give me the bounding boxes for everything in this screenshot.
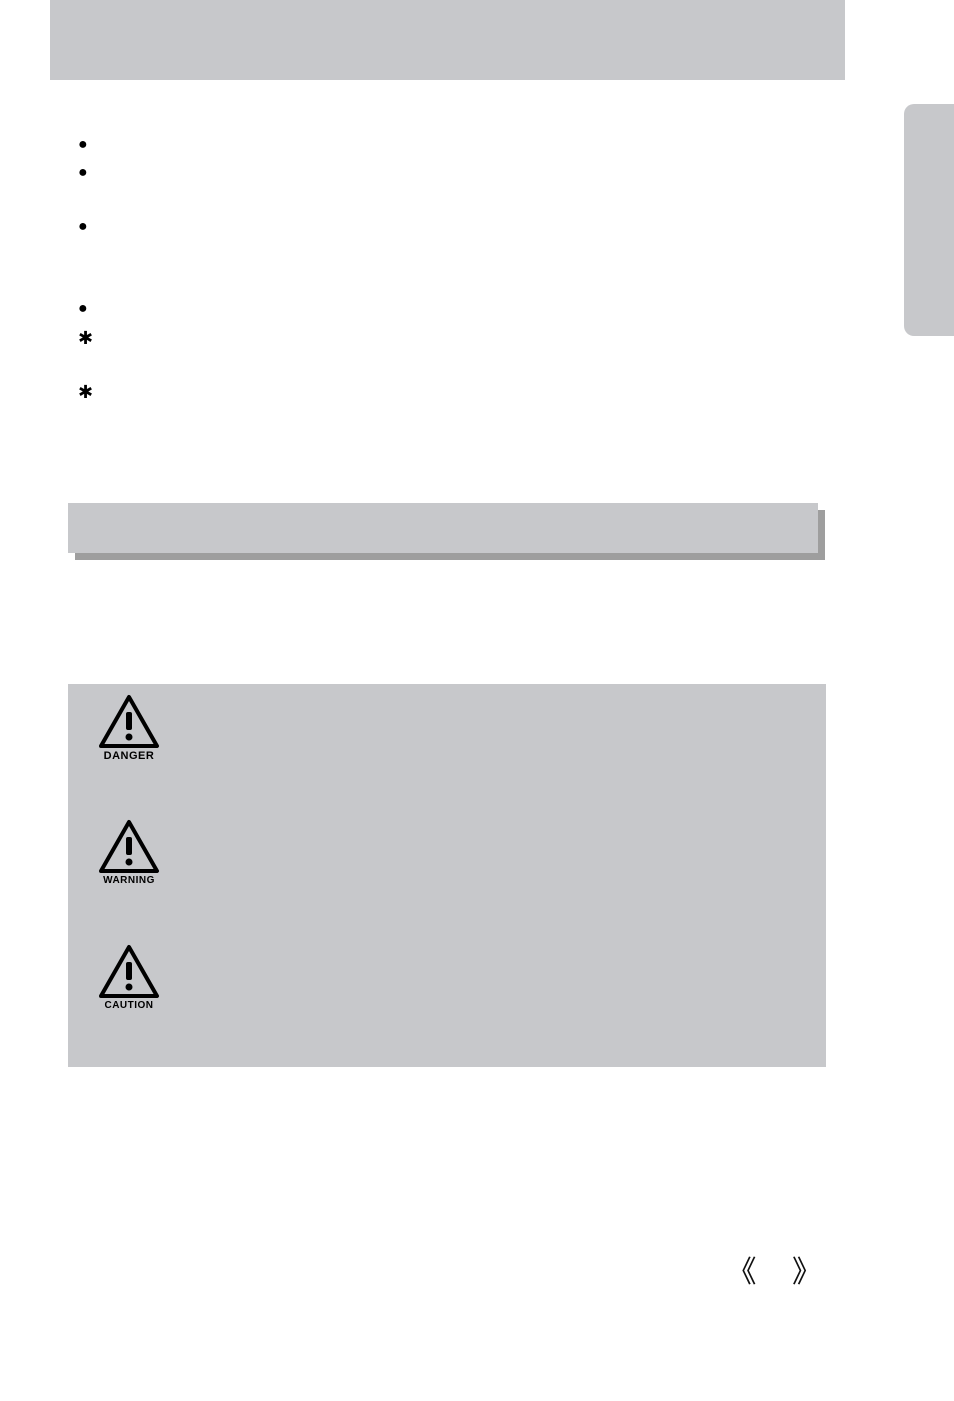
warning-definitions-panel: DANGER WARNING CAUTION [68, 684, 826, 1067]
dot-bullet-icon: ● [78, 136, 88, 154]
dot-bullet-icon: ● [78, 164, 88, 182]
asterisk-bullet-icon: ✱ [78, 382, 93, 403]
warning-label: WARNING [98, 875, 160, 886]
header-band [50, 0, 845, 80]
double-angle-brackets: 《 》 [727, 1247, 837, 1291]
danger-label: DANGER [98, 750, 160, 762]
warning-symbol: WARNING [98, 819, 160, 886]
caution-symbol: CAUTION [98, 944, 160, 1011]
danger-symbol: DANGER [98, 694, 160, 762]
side-thumb-tab [904, 104, 954, 336]
section-bar [68, 503, 818, 553]
asterisk-bullet-icon: ✱ [78, 328, 93, 349]
dot-bullet-icon: ● [78, 218, 88, 236]
dot-bullet-icon: ● [78, 300, 88, 318]
caution-label: CAUTION [98, 1000, 160, 1011]
